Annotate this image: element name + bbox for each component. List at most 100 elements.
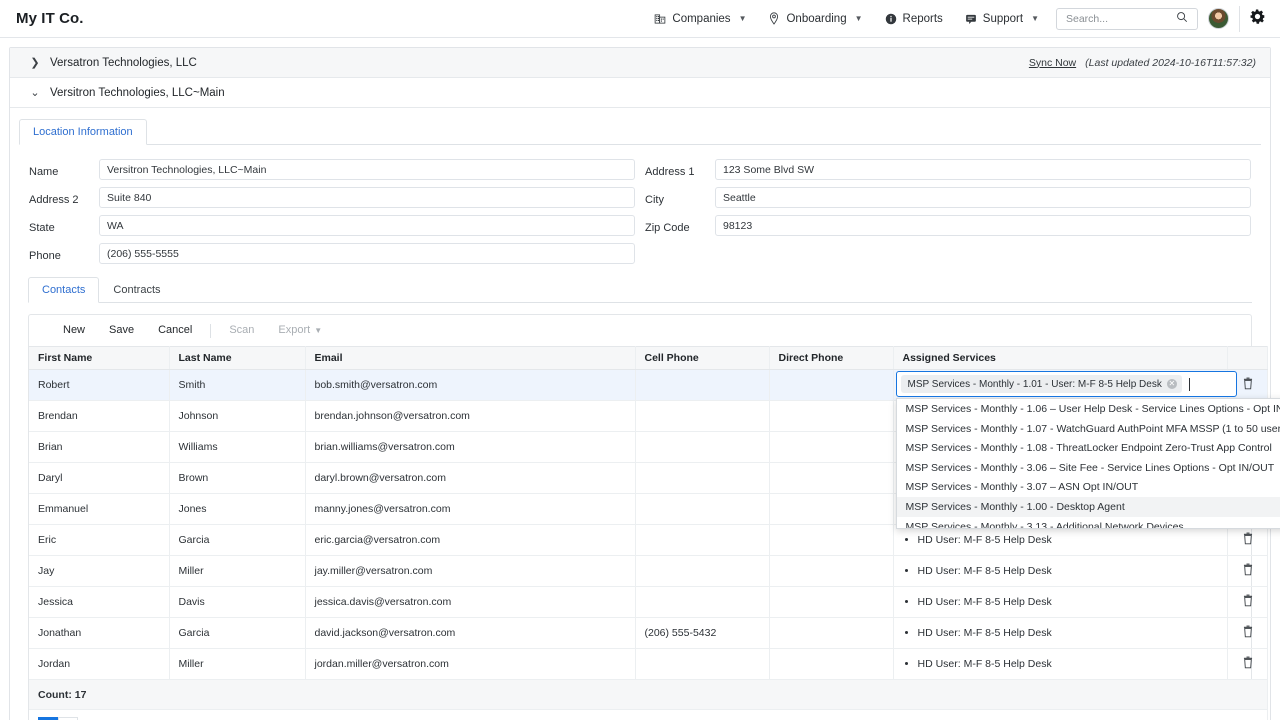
tab-location-information[interactable]: Location Information <box>19 119 147 145</box>
search-icon[interactable] <box>1176 10 1188 28</box>
cell-last-name[interactable]: Williams <box>169 431 306 463</box>
cell-first-name[interactable]: Robert <box>29 369 170 401</box>
cell-assigned-services[interactable]: HD User: M-F 8-5 Help Desk <box>893 555 1228 587</box>
column-email[interactable]: Email <box>305 346 636 370</box>
cancel-button[interactable]: Cancel <box>146 315 204 346</box>
cell-last-name[interactable]: Miller <box>169 648 306 680</box>
trash-icon[interactable] <box>1242 625 1254 638</box>
dropdown-option[interactable]: MSP Services - Monthly - 1.08 - ThreatLo… <box>897 438 1280 458</box>
cell-email[interactable]: manny.jones@versatron.com <box>305 493 636 525</box>
cell-cell-phone[interactable] <box>635 462 770 494</box>
cell-delete[interactable] <box>1227 586 1268 618</box>
cell-email[interactable]: jay.miller@versatron.com <box>305 555 636 587</box>
cell-email[interactable]: brian.williams@versatron.com <box>305 431 636 463</box>
cell-cell-phone[interactable] <box>635 400 770 432</box>
table-row[interactable]: Eric Garcia eric.garcia@versatron.com HD… <box>29 524 1268 556</box>
cell-first-name[interactable]: Emmanuel <box>29 493 170 525</box>
save-button[interactable]: Save <box>97 315 146 346</box>
cell-last-name[interactable]: Smith <box>169 369 306 401</box>
sync-now-link[interactable]: Sync Now <box>1029 57 1076 69</box>
name-field[interactable] <box>99 159 635 180</box>
tab-contacts[interactable]: Contacts <box>28 277 100 303</box>
cell-direct-phone[interactable] <box>769 648 894 680</box>
dropdown-option[interactable]: MSP Services - Monthly - 3.13 - Addition… <box>897 517 1280 528</box>
search-box[interactable] <box>1056 7 1198 30</box>
assigned-services-multiselect[interactable]: MSP Services - Monthly - 1.01 - User: M-… <box>895 371 1237 397</box>
cell-cell-phone[interactable] <box>635 648 770 680</box>
cell-email[interactable]: bob.smith@versatron.com <box>305 369 636 401</box>
cell-first-name[interactable]: Brian <box>29 431 170 463</box>
cell-assigned-services[interactable]: HD User: M-F 8-5 Help Desk <box>893 648 1228 680</box>
cell-assigned-services[interactable]: HD User: M-F 8-5 Help Desk <box>893 617 1228 649</box>
column-cell-phone[interactable]: Cell Phone <box>635 346 770 370</box>
column-last-name[interactable]: Last Name <box>169 346 306 370</box>
cell-delete[interactable] <box>1227 617 1268 649</box>
cell-direct-phone[interactable] <box>769 431 894 463</box>
trash-icon[interactable] <box>1242 594 1254 607</box>
nav-item-companies[interactable]: Companies ▼ <box>643 0 757 38</box>
state-field[interactable] <box>99 215 635 236</box>
cell-email[interactable]: jessica.davis@versatron.com <box>305 586 636 618</box>
cell-direct-phone[interactable] <box>769 462 894 494</box>
settings-button[interactable] <box>1249 8 1270 30</box>
cell-cell-phone[interactable] <box>635 524 770 556</box>
trash-icon[interactable] <box>1242 377 1254 390</box>
nav-item-onboarding[interactable]: Onboarding ▼ <box>757 0 873 38</box>
address1-field[interactable] <box>715 159 1251 180</box>
cell-first-name[interactable]: Eric <box>29 524 170 556</box>
cell-first-name[interactable]: Jessica <box>29 586 170 618</box>
table-row[interactable]: Jonathan Garcia david.jackson@versatron.… <box>29 617 1268 649</box>
nav-item-reports[interactable]: Reports <box>874 0 954 38</box>
cell-cell-phone[interactable]: (206) 555-5432 <box>635 617 770 649</box>
cell-last-name[interactable]: Miller <box>169 555 306 587</box>
cell-delete[interactable] <box>1227 555 1268 587</box>
cell-email[interactable]: brendan.johnson@versatron.com <box>305 400 636 432</box>
address2-field[interactable] <box>99 187 635 208</box>
cell-last-name[interactable]: Garcia <box>169 524 306 556</box>
cell-last-name[interactable]: Johnson <box>169 400 306 432</box>
cell-email[interactable]: eric.garcia@versatron.com <box>305 524 636 556</box>
cell-first-name[interactable]: Daryl <box>29 462 170 494</box>
table-row[interactable]: Jordan Miller jordan.miller@versatron.co… <box>29 648 1268 680</box>
cell-email[interactable]: daryl.brown@versatron.com <box>305 462 636 494</box>
cell-first-name[interactable]: Jonathan <box>29 617 170 649</box>
trash-icon[interactable] <box>1242 656 1254 669</box>
nav-item-support[interactable]: Support ▼ <box>954 0 1050 38</box>
phone-field[interactable] <box>99 243 635 264</box>
dropdown-option[interactable]: MSP Services - Monthly - 3.07 – ASN Opt … <box>897 477 1280 497</box>
cell-direct-phone[interactable] <box>769 617 894 649</box>
cell-delete[interactable] <box>1227 648 1268 680</box>
table-row[interactable]: Jessica Davis jessica.davis@versatron.co… <box>29 586 1268 618</box>
cell-last-name[interactable]: Garcia <box>169 617 306 649</box>
cell-cell-phone[interactable] <box>635 369 770 401</box>
trash-icon[interactable] <box>1242 563 1254 576</box>
cell-email[interactable]: jordan.miller@versatron.com <box>305 648 636 680</box>
search-input[interactable] <box>1064 11 1176 26</box>
cell-direct-phone[interactable] <box>769 369 894 401</box>
cell-cell-phone[interactable] <box>635 431 770 463</box>
dropdown-option[interactable]: MSP Services - Monthly - 1.07 - WatchGua… <box>897 419 1280 439</box>
export-button[interactable]: Export ▼ <box>266 315 334 346</box>
accordion-header-versitron-main[interactable]: ⌄ Versitron Technologies, LLC~Main <box>10 78 1270 108</box>
cell-first-name[interactable]: Jordan <box>29 648 170 680</box>
city-field[interactable] <box>715 187 1251 208</box>
trash-icon[interactable] <box>1242 532 1254 545</box>
cell-direct-phone[interactable] <box>769 586 894 618</box>
dropdown-option[interactable]: MSP Services - Monthly - 3.06 – Site Fee… <box>897 458 1280 478</box>
cell-last-name[interactable]: Davis <box>169 586 306 618</box>
cell-direct-phone[interactable] <box>769 400 894 432</box>
cell-direct-phone[interactable] <box>769 524 894 556</box>
assigned-services-dropdown[interactable]: MSP Services - Monthly - 1.06 – User Hel… <box>895 398 1280 529</box>
cell-cell-phone[interactable] <box>635 586 770 618</box>
cell-assigned-services[interactable]: HD User: M-F 8-5 Help Desk <box>893 524 1228 556</box>
zipcode-field[interactable] <box>715 215 1251 236</box>
cell-cell-phone[interactable] <box>635 493 770 525</box>
cell-assigned-services[interactable]: MSP Services - Monthly - 1.01 - User: M-… <box>893 369 1280 529</box>
avatar[interactable] <box>1208 8 1229 29</box>
cell-direct-phone[interactable] <box>769 555 894 587</box>
dropdown-option-hovered[interactable]: MSP Services - Monthly - 1.00 - Desktop … <box>896 496 1280 517</box>
chip-remove-icon[interactable]: ✕ <box>1166 379 1177 389</box>
cell-last-name[interactable]: Brown <box>169 462 306 494</box>
cell-direct-phone[interactable] <box>769 493 894 525</box>
cell-first-name[interactable]: Brendan <box>29 400 170 432</box>
